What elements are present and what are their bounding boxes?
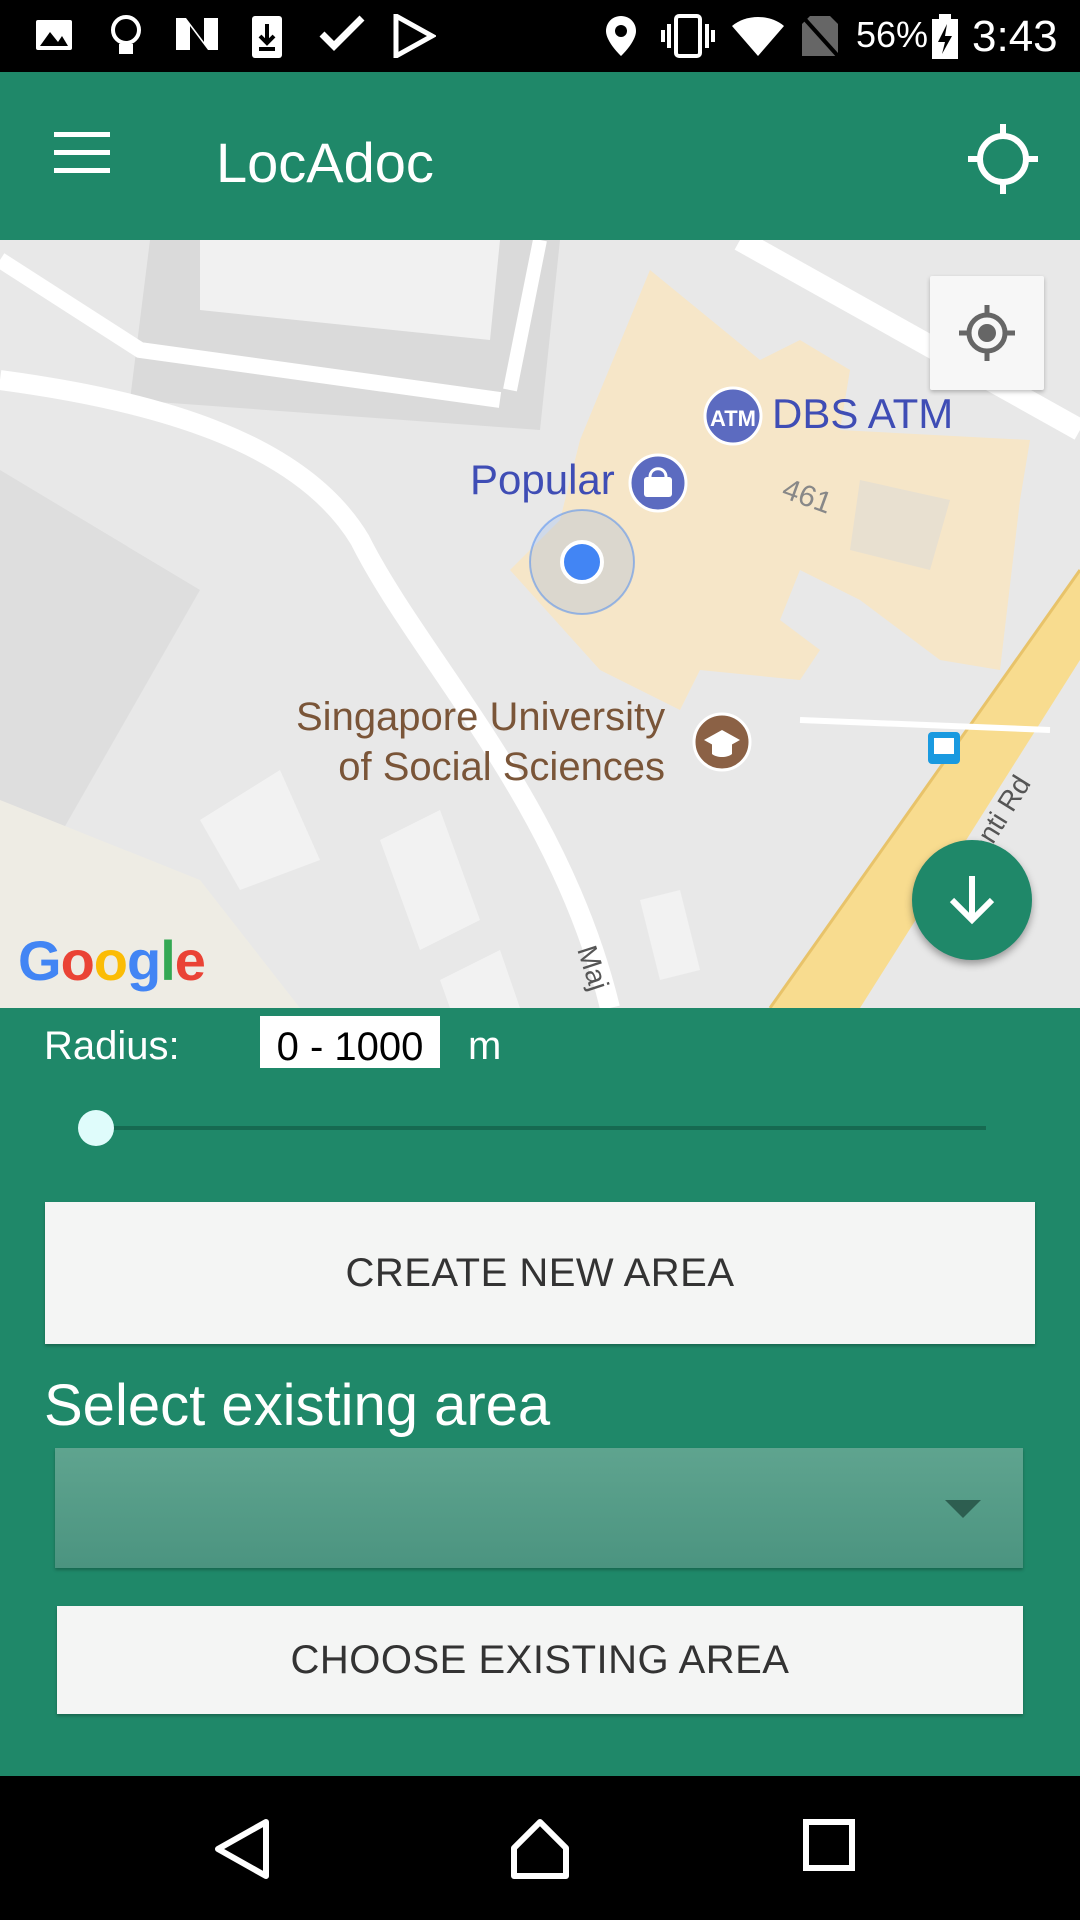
dropdown-arrow-icon (945, 1500, 981, 1518)
select-existing-area-label: Select existing area (44, 1373, 551, 1438)
radius-input[interactable]: 0 - 1000 (260, 1016, 440, 1068)
radius-unit: m (468, 1024, 502, 1068)
menu-button[interactable] (40, 116, 130, 196)
choose-existing-area-button[interactable]: CHOOSE EXISTING AREA (57, 1606, 1023, 1714)
battery-charging-icon (932, 14, 958, 59)
app-title: LocAdoc (216, 131, 434, 194)
location-icon (606, 16, 636, 56)
play-store-icon (393, 14, 436, 58)
vibrate-icon (661, 14, 715, 58)
lightbulb-icon (111, 15, 141, 54)
my-location-icon (959, 305, 1015, 361)
poi-popular[interactable]: Popular (470, 456, 615, 504)
download-phone-icon (252, 16, 282, 58)
collapse-map-fab[interactable] (912, 840, 1032, 960)
crosshair-icon (968, 124, 1038, 194)
recents-icon[interactable] (802, 1818, 856, 1872)
create-new-area-button[interactable]: CREATE NEW AREA (45, 1202, 1035, 1344)
my-location-button[interactable] (930, 276, 1044, 390)
no-sim-icon (800, 14, 840, 58)
battery-percentage: 56% (856, 14, 929, 55)
home-icon[interactable] (508, 1818, 572, 1880)
check-icon (319, 15, 365, 51)
locate-button[interactable] (960, 116, 1050, 206)
app-bar: LocAdoc (0, 72, 1080, 240)
poi-suss-line1: Singapore University (296, 695, 666, 739)
area-panel[interactable]: Radius: 0 - 1000 m CREATE NEW AREA Selec… (0, 1008, 1080, 1776)
radius-slider-thumb[interactable] (78, 1110, 114, 1146)
radius-row: Radius: 0 - 1000 m (0, 1008, 1080, 1068)
image-icon (36, 20, 72, 50)
clock: 3:43 (972, 12, 1058, 61)
map-view[interactable]: ATM DBS ATM Popular 461 Singapore Univer… (0, 240, 1080, 1008)
back-icon[interactable] (212, 1818, 272, 1880)
poi-suss[interactable]: Singapore University of Social Sciences (296, 692, 665, 792)
hamburger-menu-icon (54, 132, 110, 173)
n-icon (176, 18, 218, 50)
navigation-bar (0, 1776, 1080, 1920)
wifi-icon (732, 17, 784, 56)
arrow-down-icon (949, 876, 995, 925)
poi-dbs-atm[interactable]: DBS ATM (772, 390, 953, 438)
svg-text:ATM: ATM (710, 406, 756, 431)
radius-label: Radius: (44, 1024, 180, 1068)
radius-slider-track[interactable] (96, 1126, 986, 1130)
existing-area-dropdown[interactable] (55, 1448, 1023, 1568)
status-bar: 56% 3:43 (0, 0, 1080, 72)
google-logo: Google (18, 929, 206, 992)
poi-suss-line2: of Social Sciences (338, 745, 666, 789)
